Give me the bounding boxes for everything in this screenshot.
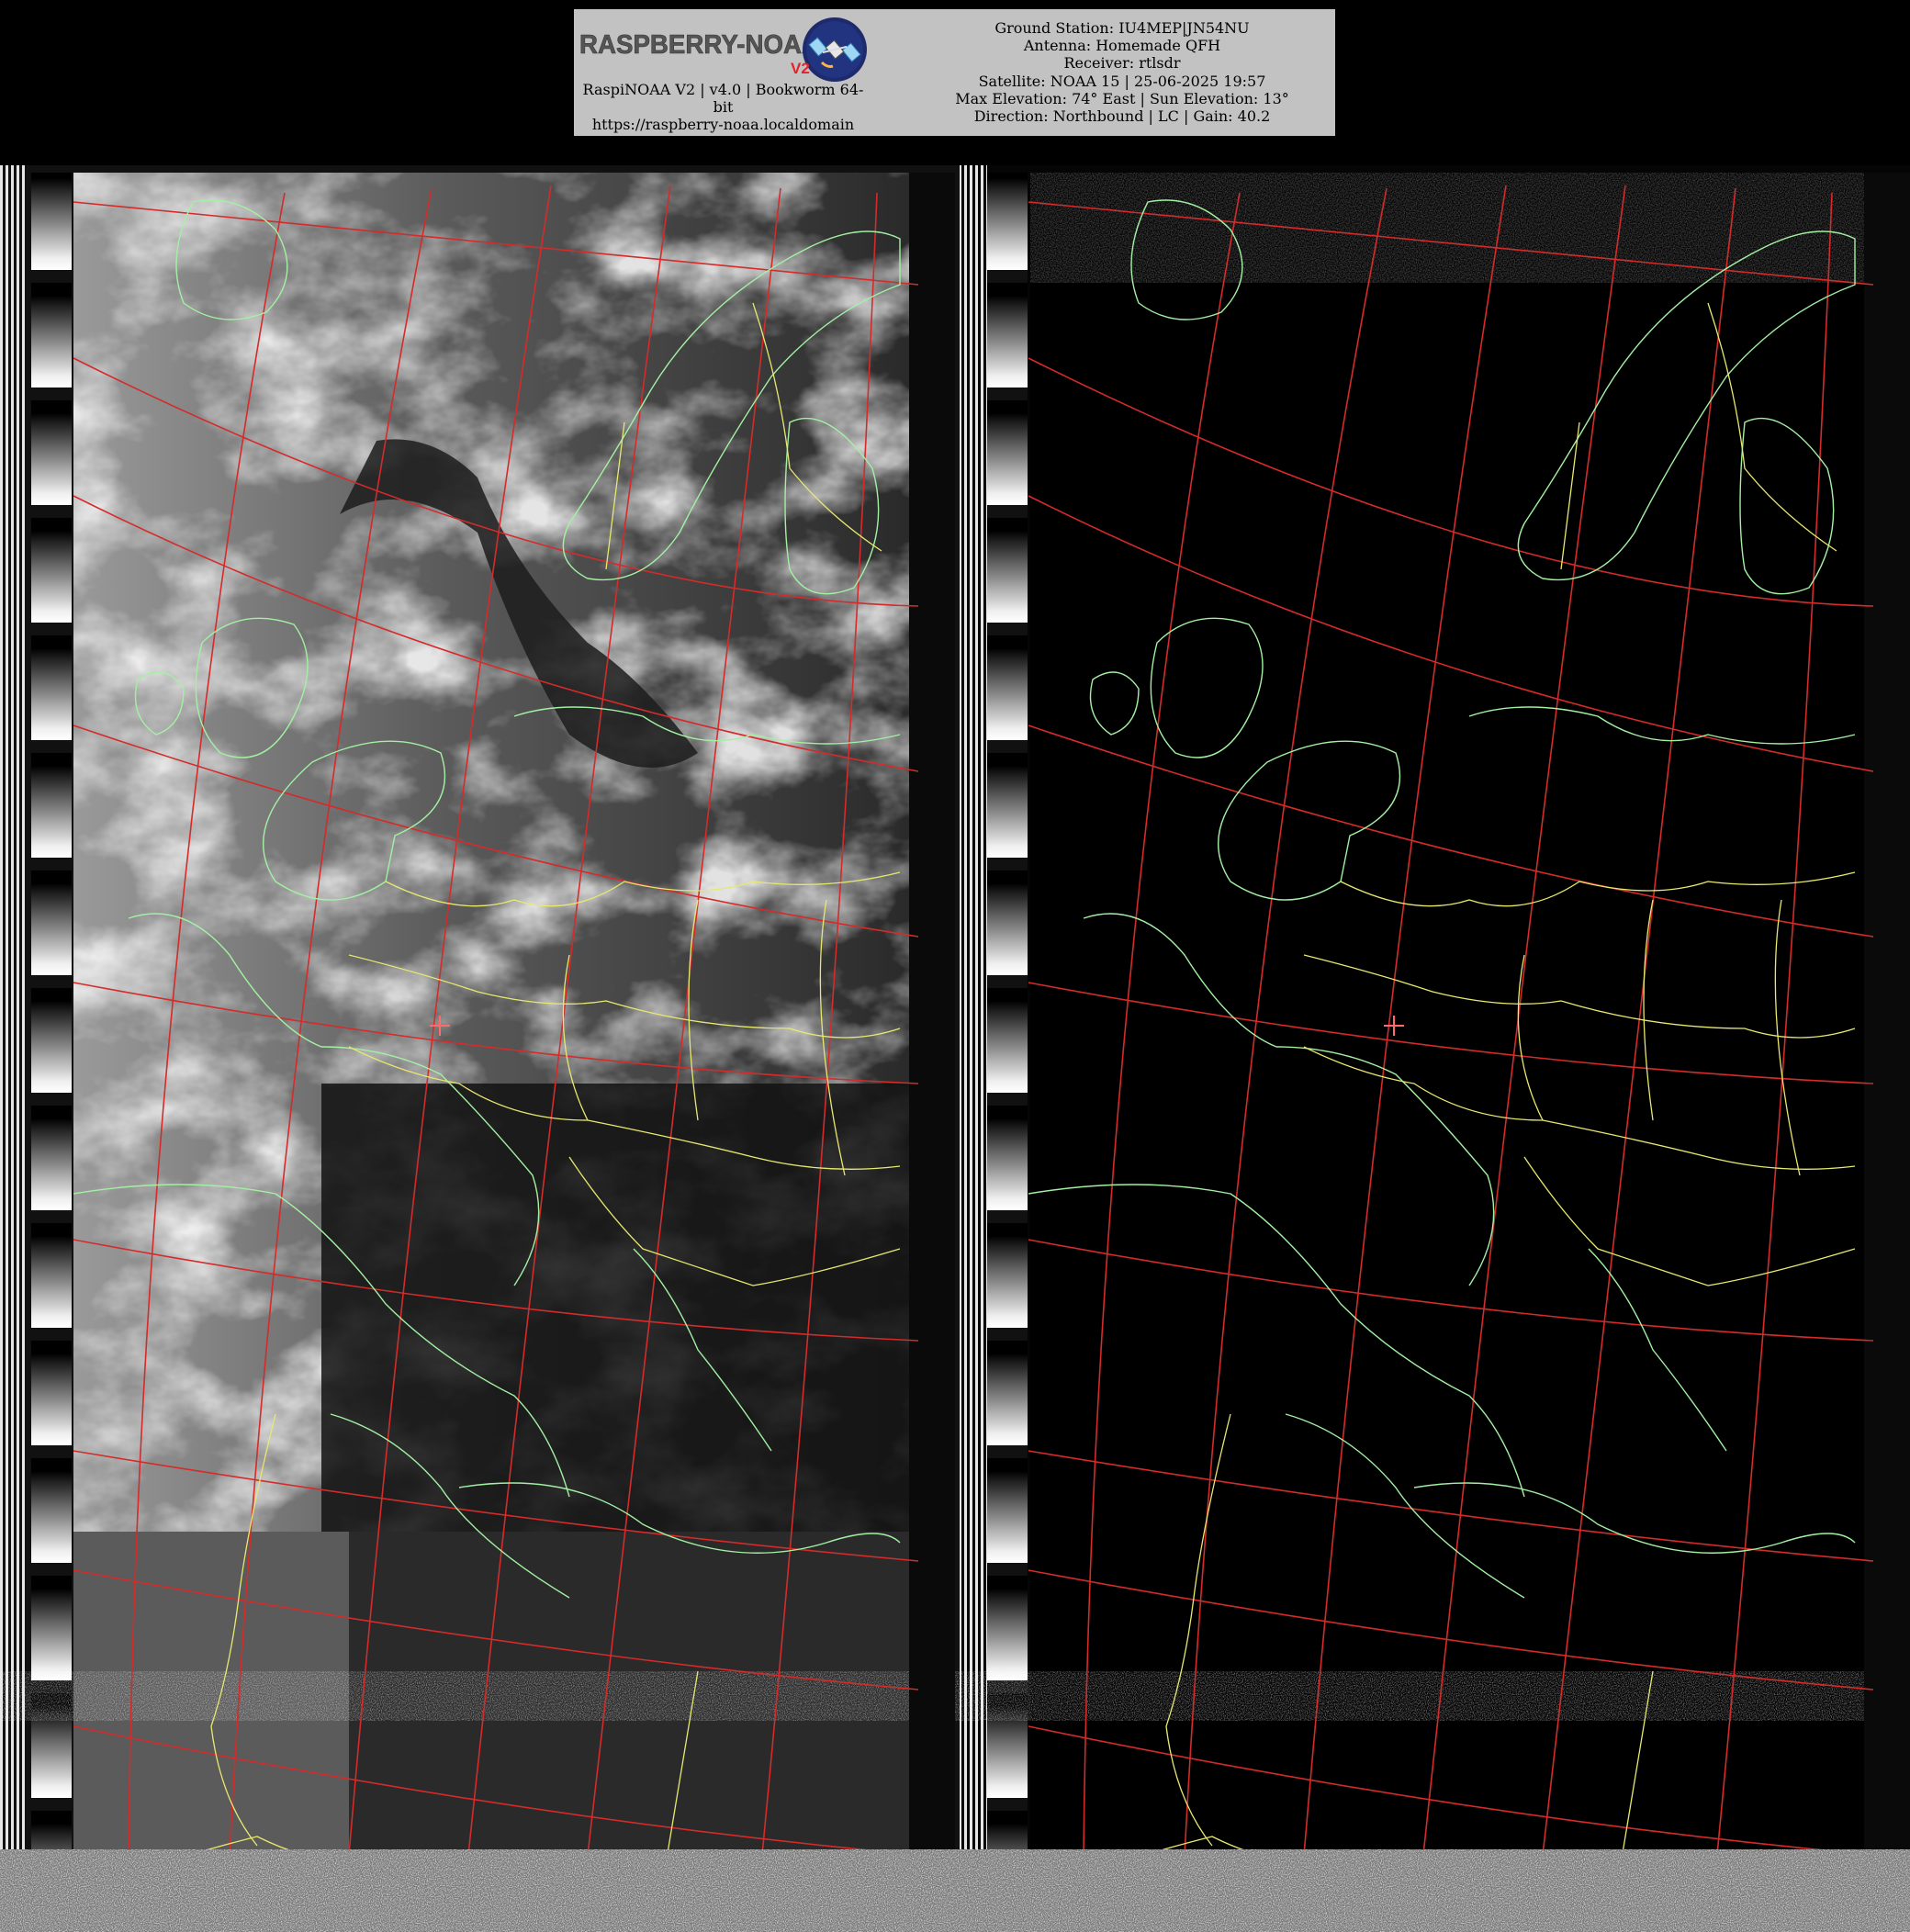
software-version: RaspiNOAA V2 | v4.0 | Bookworm 64- [582,81,864,98]
direction-gain: Direction: Northbound | LC | Gain: 40.2 [973,107,1271,126]
ground-station: Ground Station: IU4MEP|JN54NU [994,19,1250,37]
software-info: RaspiNOAA V2 | v4.0 | Bookworm 64- bit h… [574,81,872,133]
channel-a-image [0,165,960,1932]
antenna: Antenna: Homemade QFH [1023,37,1221,55]
header-banner: RASPBERRY-NOAA V2 RaspiNOAA V2 | v4.0 | … [574,9,1335,136]
pass-info: Ground Station: IU4MEP|JN54NU Antenna: H… [909,19,1335,125]
software-version-cont: bit [713,98,734,116]
channel-b-image [960,165,1910,1932]
satellite-icon [803,17,867,82]
apt-image-pair [0,165,1910,1932]
logo-badge: V2 [791,60,810,77]
station-url: https://raspberry-noaa.localdomain [591,116,855,133]
receiver: Receiver: rtlsdr [1063,54,1181,73]
satellite-pass: Satellite: NOAA 15 | 25-06-2025 19:57 [978,72,1266,90]
logo-wordmark: RASPBERRY-NOAA [579,30,820,60]
elevation: Max Elevation: 74° East | Sun Elevation:… [955,89,1289,107]
